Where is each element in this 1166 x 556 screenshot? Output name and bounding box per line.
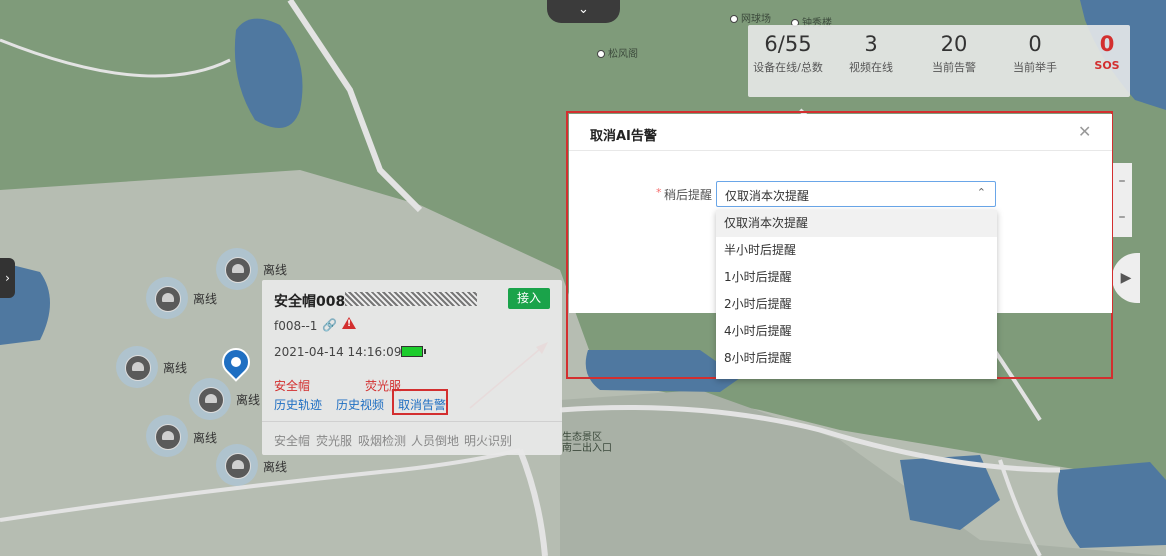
dropdown-option[interactable]: 半小时后提醒 bbox=[716, 237, 997, 264]
battery-icon bbox=[401, 346, 426, 357]
masked-user-info bbox=[345, 292, 477, 306]
required-mark: * bbox=[656, 186, 662, 199]
history-track-link[interactable]: 历史轨迹 bbox=[274, 396, 322, 413]
poi-label[interactable]: 松风阁 bbox=[597, 45, 638, 60]
ai-tag[interactable]: 安全帽 bbox=[274, 432, 310, 449]
remind-later-dropdown: 仅取消本次提醒 半小时后提醒 1小时后提醒 2小时后提醒 4小时后提醒 8小时后… bbox=[716, 210, 997, 379]
device-title: 安全帽008 bbox=[274, 294, 346, 310]
divider bbox=[569, 150, 1112, 151]
stat-current-hands: 0 当前举手 bbox=[1013, 32, 1057, 74]
device-id: f008--1 bbox=[274, 319, 318, 333]
device-marker-offline[interactable] bbox=[116, 346, 158, 388]
dropdown-option[interactable]: 1小时后提醒 bbox=[716, 264, 997, 291]
ai-tag[interactable]: 吸烟检测 bbox=[358, 432, 406, 449]
zoom-out-button[interactable]: – bbox=[1112, 199, 1132, 235]
poi-label[interactable]: 网球场 bbox=[730, 10, 771, 25]
poi-label: 南二出入口 bbox=[562, 443, 612, 454]
last-update-time: 2021-04-14 14:16:09 bbox=[274, 345, 402, 359]
chevron-right-icon: › bbox=[5, 271, 10, 285]
device-marker-offline[interactable] bbox=[146, 277, 188, 319]
stat-sos: 0 SOS bbox=[1094, 32, 1120, 72]
dropdown-option[interactable]: 8小时后提醒 bbox=[716, 345, 997, 372]
select-value: 仅取消本次提醒 bbox=[725, 189, 810, 203]
marker-status-label: 离线 bbox=[263, 263, 288, 277]
helmet-icon bbox=[125, 355, 151, 381]
chevron-down-icon: ⌄ bbox=[578, 2, 589, 17]
stats-panel: 6/55 设备在线/总数 3 视频在线 20 当前告警 0 当前举手 0 SOS bbox=[748, 25, 1130, 97]
warning-icon[interactable]: ! bbox=[342, 317, 356, 329]
helmet-icon bbox=[225, 257, 251, 283]
join-button[interactable]: 接入 bbox=[508, 288, 550, 309]
stat-video-online: 3 视频在线 bbox=[849, 32, 893, 74]
dropdown-option[interactable]: 4小时后提醒 bbox=[716, 318, 997, 345]
ai-tag[interactable]: 人员倒地 bbox=[411, 432, 459, 449]
helmet-icon bbox=[225, 453, 251, 479]
device-marker-offline[interactable] bbox=[216, 248, 258, 290]
device-marker-offline[interactable] bbox=[189, 378, 231, 420]
remind-later-select[interactable]: 仅取消本次提醒 ⌃ bbox=[716, 181, 996, 207]
stat-devices-online: 6/55 设备在线/总数 bbox=[753, 32, 823, 74]
link-icon[interactable]: 🔗 bbox=[322, 318, 337, 332]
marker-status-label: 离线 bbox=[193, 431, 218, 445]
dropdown-option[interactable]: 仅取消本次提醒 bbox=[716, 210, 997, 237]
marker-status-label: 离线 bbox=[163, 361, 188, 375]
marker-status-label: 离线 bbox=[263, 460, 288, 474]
stat-current-alarms: 20 当前告警 bbox=[932, 32, 976, 74]
play-right-icon: ▶ bbox=[1120, 270, 1132, 286]
ai-tag[interactable]: 明火识别 bbox=[464, 432, 512, 449]
helmet-icon bbox=[155, 424, 181, 450]
dialog-title: 取消AI告警 bbox=[590, 129, 657, 144]
marker-status-label: 离线 bbox=[236, 393, 261, 407]
collapse-toggle-button[interactable]: ⌄ bbox=[547, 0, 620, 23]
history-video-link[interactable]: 历史视频 bbox=[336, 396, 384, 413]
close-icon[interactable]: ✕ bbox=[1078, 122, 1091, 141]
remind-later-label: 稍后提醒 bbox=[664, 188, 713, 202]
zoom-in-button[interactable]: – bbox=[1112, 163, 1132, 199]
marker-status-label: 离线 bbox=[193, 292, 218, 306]
device-marker-offline[interactable] bbox=[216, 444, 258, 486]
device-marker-offline[interactable] bbox=[146, 415, 188, 457]
divider bbox=[262, 421, 562, 422]
left-panel-toggle[interactable]: › bbox=[0, 258, 15, 298]
alarm-type-label: 安全帽 bbox=[274, 379, 311, 393]
ai-tag[interactable]: 荧光服 bbox=[316, 432, 352, 449]
annotation-highlight-box bbox=[392, 389, 448, 415]
helmet-icon bbox=[198, 387, 224, 413]
chevron-up-icon: ⌃ bbox=[976, 186, 986, 199]
dropdown-option[interactable]: 2小时后提醒 bbox=[716, 291, 997, 318]
helmet-icon bbox=[155, 286, 181, 312]
pin-icon bbox=[228, 354, 244, 370]
zoom-control[interactable]: – – bbox=[1112, 163, 1132, 237]
device-info-popup: 安全帽008 接入 f008--1 🔗 ! 2021-04-14 14:16:0… bbox=[262, 280, 562, 455]
